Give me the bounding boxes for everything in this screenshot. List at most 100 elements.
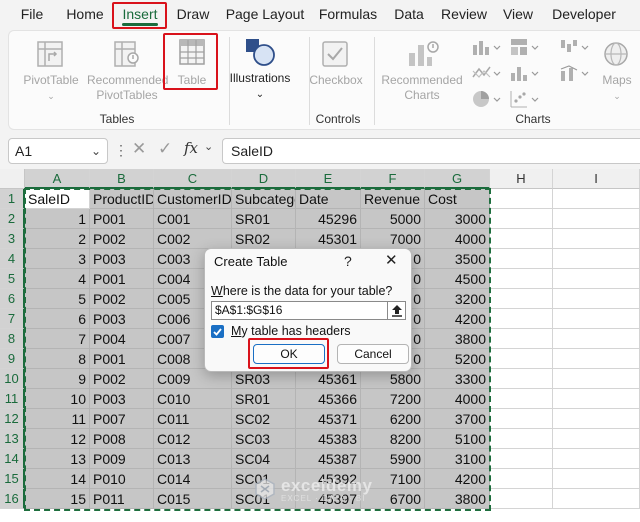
row-header-13[interactable]: 13 bbox=[0, 429, 25, 449]
recommended-pivottables-button[interactable]: Recommended PivotTables bbox=[87, 73, 168, 103]
column-header-d[interactable]: D bbox=[232, 169, 296, 189]
row-header-12[interactable]: 12 bbox=[0, 409, 25, 429]
cell-h6[interactable] bbox=[490, 289, 553, 309]
row-header-5[interactable]: 5 bbox=[0, 269, 25, 289]
pie-chart-icon[interactable] bbox=[471, 89, 501, 109]
cell-d3[interactable]: SR02 bbox=[232, 229, 296, 249]
cell-g10[interactable]: 3300 bbox=[425, 369, 490, 389]
row-header-2[interactable]: 2 bbox=[0, 209, 25, 229]
cell-c11[interactable]: C010 bbox=[154, 389, 232, 409]
cell-e14[interactable]: 45387 bbox=[296, 449, 361, 469]
cell-h16[interactable] bbox=[490, 489, 553, 509]
cell-i1[interactable] bbox=[553, 189, 640, 209]
menu-view[interactable]: View bbox=[497, 0, 539, 28]
name-box[interactable]: A1 ⌄ bbox=[8, 138, 108, 164]
cell-g13[interactable]: 5100 bbox=[425, 429, 490, 449]
cell-b15[interactable]: P010 bbox=[90, 469, 154, 489]
menu-review[interactable]: Review bbox=[437, 0, 491, 28]
cell-i11[interactable] bbox=[553, 389, 640, 409]
menu-data[interactable]: Data bbox=[389, 0, 429, 28]
cell-h13[interactable] bbox=[490, 429, 553, 449]
row-header-8[interactable]: 8 bbox=[0, 329, 25, 349]
cell-i7[interactable] bbox=[553, 309, 640, 329]
cell-h3[interactable] bbox=[490, 229, 553, 249]
row-header-7[interactable]: 7 bbox=[0, 309, 25, 329]
cell-b13[interactable]: P008 bbox=[90, 429, 154, 449]
column-chart-icon[interactable] bbox=[471, 37, 501, 57]
menu-draw[interactable]: Draw bbox=[170, 0, 216, 28]
cell-c3[interactable]: C002 bbox=[154, 229, 232, 249]
cell-g7[interactable]: 4200 bbox=[425, 309, 490, 329]
fx-dropdown-icon[interactable]: ⌄ bbox=[204, 140, 213, 153]
cell-g2[interactable]: 3000 bbox=[425, 209, 490, 229]
cell-a12[interactable]: 11 bbox=[25, 409, 90, 429]
column-header-g[interactable]: G bbox=[425, 169, 490, 189]
cell-h11[interactable] bbox=[490, 389, 553, 409]
illustrations-button[interactable]: Illustrations ⌄ bbox=[223, 71, 297, 102]
cell-a16[interactable]: 15 bbox=[25, 489, 90, 509]
cell-f1[interactable]: Revenue bbox=[361, 189, 425, 209]
select-all-corner[interactable] bbox=[0, 169, 25, 189]
row-header-10[interactable]: 10 bbox=[0, 369, 25, 389]
pivottable-button[interactable]: PivotTable ⌄ bbox=[15, 73, 87, 104]
menu-page-layout[interactable]: Page Layout bbox=[222, 0, 308, 28]
cell-g3[interactable]: 4000 bbox=[425, 229, 490, 249]
cell-h7[interactable] bbox=[490, 309, 553, 329]
cell-b10[interactable]: P002 bbox=[90, 369, 154, 389]
headers-checkbox-label[interactable]: My table has headers bbox=[231, 324, 351, 338]
cell-a9[interactable]: 8 bbox=[25, 349, 90, 369]
row-header-14[interactable]: 14 bbox=[0, 449, 25, 469]
cell-g16[interactable]: 3800 bbox=[425, 489, 490, 509]
cell-i8[interactable] bbox=[553, 329, 640, 349]
checkbox-button[interactable]: Checkbox bbox=[305, 73, 367, 88]
range-input[interactable]: $A$1:$G$16 bbox=[211, 301, 388, 320]
cell-c16[interactable]: C015 bbox=[154, 489, 232, 509]
waterfall-chart-icon[interactable] bbox=[559, 37, 589, 57]
cell-b2[interactable]: P001 bbox=[90, 209, 154, 229]
cell-a5[interactable]: 4 bbox=[25, 269, 90, 289]
cell-f3[interactable]: 7000 bbox=[361, 229, 425, 249]
cell-i9[interactable] bbox=[553, 349, 640, 369]
cell-e13[interactable]: 45383 bbox=[296, 429, 361, 449]
cell-i5[interactable] bbox=[553, 269, 640, 289]
cell-b5[interactable]: P001 bbox=[90, 269, 154, 289]
cell-i13[interactable] bbox=[553, 429, 640, 449]
cell-g14[interactable]: 3100 bbox=[425, 449, 490, 469]
row-header-15[interactable]: 15 bbox=[0, 469, 25, 489]
cell-h10[interactable] bbox=[490, 369, 553, 389]
cell-b3[interactable]: P002 bbox=[90, 229, 154, 249]
menu-developer[interactable]: Developer bbox=[545, 0, 623, 28]
scatter-chart-icon[interactable] bbox=[509, 89, 539, 109]
cell-e12[interactable]: 45371 bbox=[296, 409, 361, 429]
cell-a3[interactable]: 2 bbox=[25, 229, 90, 249]
column-header-a[interactable]: A bbox=[25, 169, 90, 189]
cell-e11[interactable]: 45366 bbox=[296, 389, 361, 409]
cell-c14[interactable]: C013 bbox=[154, 449, 232, 469]
cell-f12[interactable]: 6200 bbox=[361, 409, 425, 429]
help-icon[interactable]: ? bbox=[344, 253, 352, 269]
enter-entry-icon[interactable]: ✓ bbox=[158, 139, 172, 159]
table-button[interactable]: Table bbox=[169, 73, 215, 88]
cell-h15[interactable] bbox=[490, 469, 553, 489]
row-header-16[interactable]: 16 bbox=[0, 489, 25, 509]
cell-f14[interactable]: 5900 bbox=[361, 449, 425, 469]
insert-function-icon[interactable]: fx bbox=[184, 139, 198, 157]
cell-e2[interactable]: 45296 bbox=[296, 209, 361, 229]
cell-g8[interactable]: 3800 bbox=[425, 329, 490, 349]
close-icon[interactable]: ✕ bbox=[385, 251, 398, 269]
cell-a10[interactable]: 9 bbox=[25, 369, 90, 389]
recommended-charts-button[interactable]: Recommended Charts bbox=[379, 73, 465, 103]
cell-b14[interactable]: P009 bbox=[90, 449, 154, 469]
column-header-e[interactable]: E bbox=[296, 169, 361, 189]
menu-file[interactable]: File bbox=[8, 0, 56, 28]
cell-a8[interactable]: 7 bbox=[25, 329, 90, 349]
cell-b12[interactable]: P007 bbox=[90, 409, 154, 429]
column-header-c[interactable]: C bbox=[154, 169, 232, 189]
statistic-chart-icon[interactable] bbox=[509, 63, 539, 83]
cell-c12[interactable]: C011 bbox=[154, 409, 232, 429]
maps-button[interactable]: Maps ⌄ bbox=[597, 73, 637, 104]
cell-d11[interactable]: SR01 bbox=[232, 389, 296, 409]
menu-home[interactable]: Home bbox=[60, 0, 110, 28]
cell-i10[interactable] bbox=[553, 369, 640, 389]
chevron-down-icon[interactable]: ⌄ bbox=[91, 139, 101, 163]
